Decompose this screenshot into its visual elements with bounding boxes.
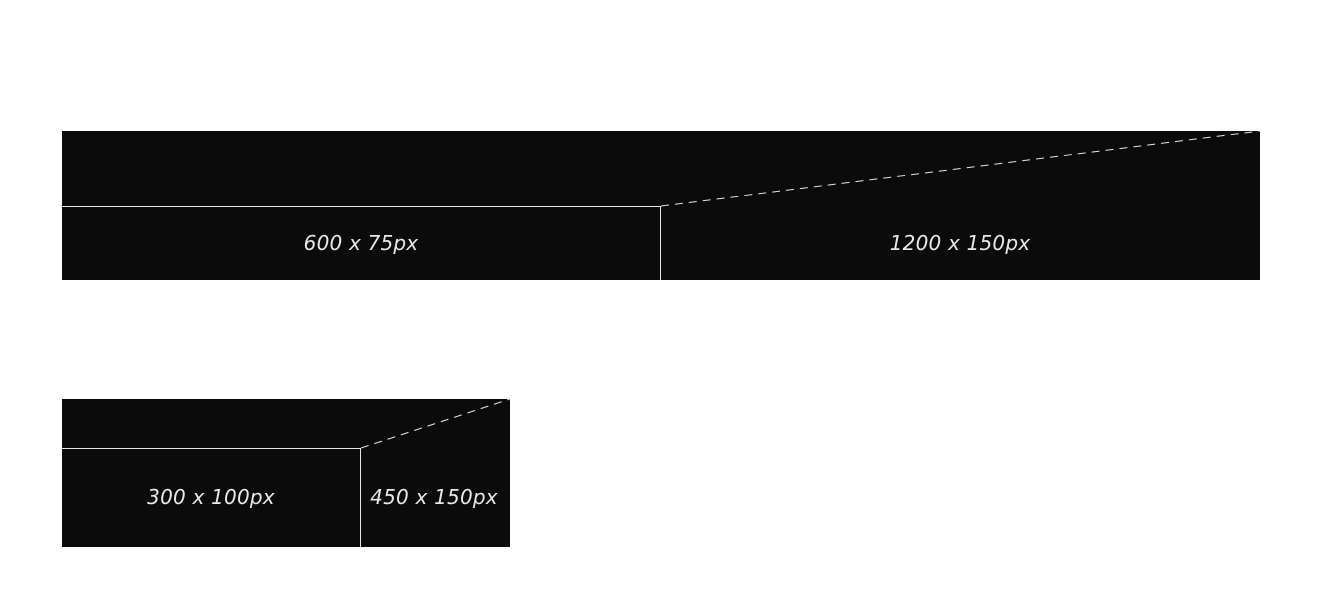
scale-diagram-large: 600 x 75px 1200 x 150px — [62, 130, 1261, 280]
outer-size-label: 450 x 150px — [370, 485, 498, 509]
scale-diagram-small: 300 x 100px 450 x 150px — [62, 398, 511, 547]
inner-size-label: 300 x 100px — [147, 485, 275, 509]
scale-dashed-line — [660, 130, 1261, 207]
inner-size-label: 600 x 75px — [303, 231, 419, 255]
outer-size-label: 1200 x 150px — [889, 231, 1031, 255]
scale-dashed-line — [360, 398, 511, 449]
